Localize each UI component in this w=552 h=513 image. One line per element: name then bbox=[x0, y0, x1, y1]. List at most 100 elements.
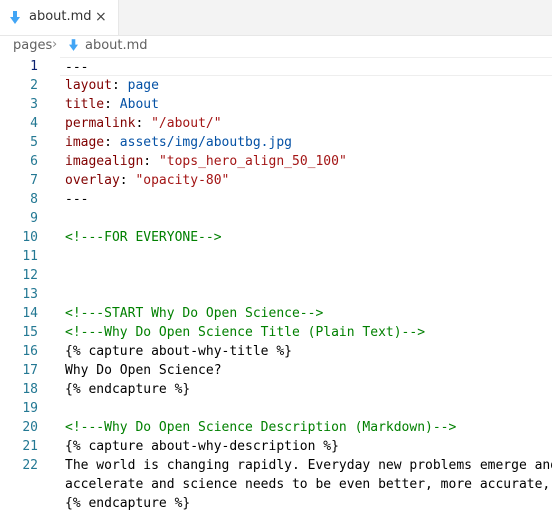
line-number: 2 bbox=[30, 78, 38, 93]
code-line[interactable]: 6 imagealign: "tops_hero_align_50_100" bbox=[0, 152, 552, 171]
code-line[interactable]: 8 --- bbox=[0, 190, 552, 209]
code-text: permalink: "/about/" bbox=[65, 114, 222, 133]
code-token: permalink bbox=[65, 116, 136, 131]
code-text-area[interactable]: <!---FOR EVERYONE--> bbox=[60, 228, 552, 245]
code-text-area[interactable]: Why Do Open Science? bbox=[60, 361, 552, 378]
code-token: <!---Why Do Open Science Description (Ma… bbox=[65, 420, 457, 435]
code-text-area[interactable]: <!---START Why Do Open Science--> bbox=[60, 304, 552, 321]
code-text-area[interactable]: {% capture about-why-title %} bbox=[60, 342, 552, 359]
line-number: 4 bbox=[30, 116, 38, 131]
code-text-area[interactable]: --- bbox=[60, 57, 552, 76]
code-token: "opacity-80" bbox=[135, 173, 230, 188]
breadcrumb-folder-pages[interactable]: pages bbox=[13, 38, 52, 53]
line-number: 13 bbox=[22, 287, 38, 302]
code-line[interactable]: {% endcapture %} bbox=[0, 494, 552, 513]
line-number: 1 bbox=[30, 59, 38, 74]
code-line[interactable]: 9 bbox=[0, 209, 552, 228]
code-token: image bbox=[65, 135, 105, 150]
code-token: : bbox=[143, 154, 159, 169]
code-line[interactable]: 7 overlay: "opacity-80" bbox=[0, 171, 552, 190]
code-text-area[interactable] bbox=[60, 399, 552, 416]
line-number: 11 bbox=[22, 249, 38, 264]
code-text-area[interactable]: {% endcapture %} bbox=[60, 380, 552, 397]
code-line[interactable]: 1 --- bbox=[0, 57, 552, 76]
code-token: --- bbox=[65, 192, 89, 207]
line-number: 21 bbox=[22, 439, 38, 454]
code-text: <!---START Why Do Open Science--> bbox=[65, 304, 323, 323]
code-text-area[interactable] bbox=[60, 285, 552, 302]
line-number: 5 bbox=[30, 135, 38, 150]
line-number: 14 bbox=[22, 306, 38, 321]
code-text-area[interactable] bbox=[60, 247, 552, 264]
code-line[interactable]: 4 permalink: "/about/" bbox=[0, 114, 552, 133]
code-text-area[interactable]: <!---Why Do Open Science Description (Ma… bbox=[60, 418, 552, 435]
code-text: <!---Why Do Open Science Title (Plain Te… bbox=[65, 323, 425, 342]
code-token: {% endcapture %} bbox=[65, 382, 191, 397]
code-line[interactable]: 18 {% endcapture %} bbox=[0, 380, 552, 399]
code-line[interactable]: 3 title: About bbox=[0, 95, 552, 114]
code-text-area[interactable] bbox=[60, 266, 552, 283]
code-line[interactable]: 10 <!---FOR EVERYONE--> bbox=[0, 228, 552, 247]
tab-title: about.md bbox=[29, 9, 92, 24]
code-token: <!---START Why Do Open Science--> bbox=[65, 306, 324, 321]
line-number: 6 bbox=[30, 154, 38, 169]
close-icon[interactable]: × bbox=[95, 8, 107, 26]
code-text: --- bbox=[65, 58, 88, 77]
code-text-area[interactable]: {% capture about-why-description %} bbox=[60, 437, 552, 454]
code-text-area[interactable]: layout: page bbox=[60, 76, 552, 93]
code-token: imagealign bbox=[65, 154, 144, 169]
code-line[interactable]: 16 {% capture about-why-title %} bbox=[0, 342, 552, 361]
code-line[interactable]: 15 <!---Why Do Open Science Title (Plain … bbox=[0, 323, 552, 342]
code-token: {% capture about-why-title %} bbox=[65, 344, 292, 359]
code-token: --- bbox=[65, 60, 89, 75]
code-text: --- bbox=[65, 190, 88, 209]
code-text-area[interactable]: title: About bbox=[60, 95, 552, 112]
code-line[interactable]: 21 {% capture about-why-description %} bbox=[0, 437, 552, 456]
code-text: {% capture about-why-title %} bbox=[65, 342, 292, 361]
code-text-area[interactable]: <!---Why Do Open Science Title (Plain Te… bbox=[60, 323, 552, 340]
line-number: 22 bbox=[22, 458, 38, 473]
code-token: : bbox=[104, 135, 120, 150]
line-number: 15 bbox=[22, 325, 38, 340]
code-text-area[interactable]: permalink: "/about/" bbox=[60, 114, 552, 131]
code-token: layout bbox=[65, 78, 112, 93]
code-token: title bbox=[65, 97, 105, 112]
code-token: accelerate and science needs to be even … bbox=[65, 477, 552, 492]
code-text-area[interactable]: image: assets/img/aboutbg.jpg bbox=[60, 133, 552, 150]
code-editor[interactable]: 1 --- 2 layout: page 3 title: About 4 permalink… bbox=[0, 57, 552, 511]
code-token: overlay bbox=[65, 173, 120, 188]
code-text-area[interactable]: overlay: "opacity-80" bbox=[60, 171, 552, 188]
code-token: {% endcapture %} bbox=[65, 496, 191, 511]
code-line[interactable]: 17 Why Do Open Science? bbox=[0, 361, 552, 380]
code-line[interactable]: 13 bbox=[0, 285, 552, 304]
code-text-area[interactable] bbox=[60, 209, 552, 226]
breadcrumb-file-about-md[interactable]: about.md bbox=[85, 38, 148, 53]
tab-about-md[interactable]: about.md × bbox=[0, 0, 119, 35]
code-line[interactable]: accelerate and science needs to be even … bbox=[0, 475, 552, 494]
code-text-area[interactable]: {% endcapture %} bbox=[60, 494, 552, 511]
line-number: 16 bbox=[22, 344, 38, 359]
code-text: {% endcapture %} bbox=[65, 380, 190, 399]
code-text-area[interactable]: The world is changing rapidly. Everyday … bbox=[60, 456, 552, 473]
code-line[interactable]: 14 <!---START Why Do Open Science--> bbox=[0, 304, 552, 323]
code-token: : bbox=[119, 173, 136, 188]
code-token: "tops_hero_align_50_100" bbox=[158, 154, 347, 169]
line-number: 20 bbox=[22, 420, 38, 435]
code-line[interactable]: 5 image: assets/img/aboutbg.jpg bbox=[0, 133, 552, 152]
code-token: "/about/" bbox=[151, 116, 222, 131]
code-line[interactable]: 12 bbox=[0, 266, 552, 285]
code-text: Why Do Open Science? bbox=[65, 361, 222, 380]
editor-tab-bar: about.md × bbox=[0, 0, 552, 36]
line-number: 7 bbox=[30, 173, 38, 188]
code-line[interactable]: 11 bbox=[0, 247, 552, 266]
code-text-area[interactable]: --- bbox=[60, 190, 552, 207]
code-text-area[interactable]: accelerate and science needs to be even … bbox=[60, 475, 552, 492]
code-line[interactable]: 20 <!---Why Do Open Science Description (… bbox=[0, 418, 552, 437]
code-token: <!---FOR EVERYONE--> bbox=[65, 230, 222, 245]
code-text: {% capture about-why-description %} bbox=[65, 437, 339, 456]
code-text-area[interactable]: imagealign: "tops_hero_align_50_100" bbox=[60, 152, 552, 169]
code-line[interactable]: 22 The world is changing rapidly. Everyda… bbox=[0, 456, 552, 475]
code-line[interactable]: 19 bbox=[0, 399, 552, 418]
code-line[interactable]: 2 layout: page bbox=[0, 76, 552, 95]
code-token: : bbox=[111, 78, 128, 93]
